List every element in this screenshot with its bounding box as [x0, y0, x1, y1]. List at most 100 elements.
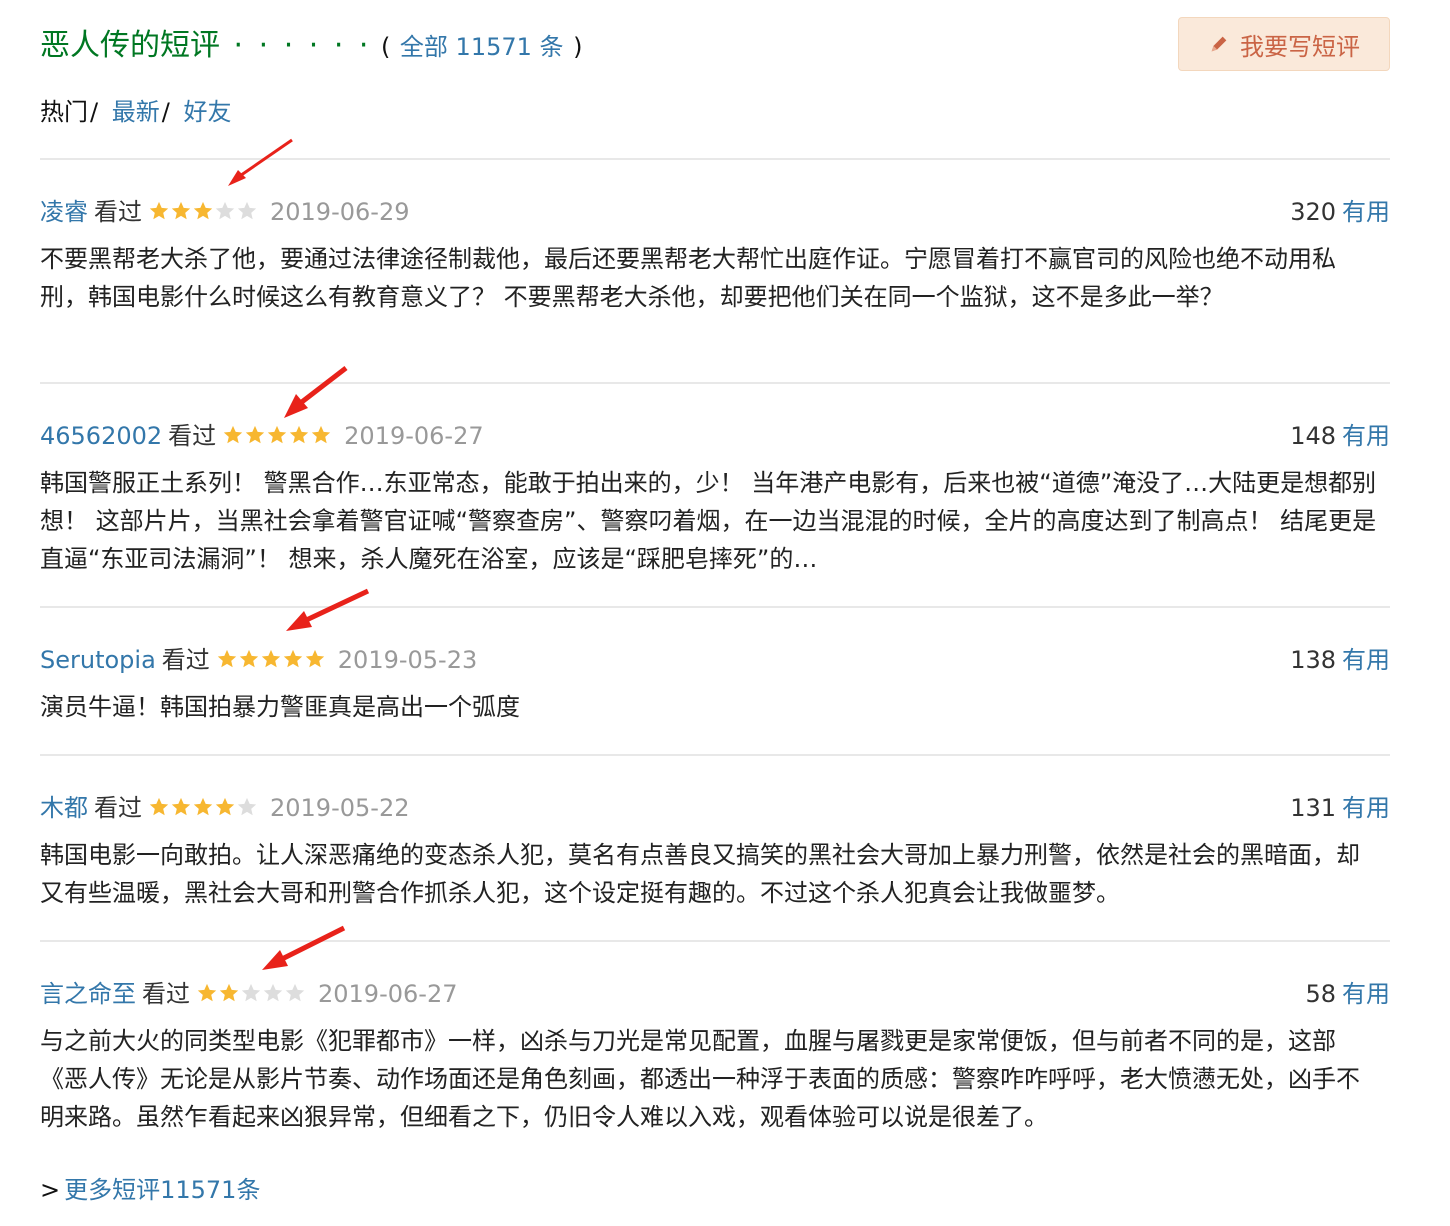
comment-meta: 46562002 看过 2019-06-27 148 有用 [40, 416, 1390, 456]
sort-tabs: 热门/ 最新/ 好友 [40, 92, 231, 127]
useful-votes: 138 有用 [1290, 640, 1390, 675]
comment-item: 46562002 看过 2019-06-27 148 有用 韩国警服正土系列！ 警黑合… [40, 416, 1390, 578]
comment-date: 2019-06-27 [344, 422, 484, 450]
watched-status: 看过 [94, 794, 142, 822]
comment-item: 凌睿 看过 2019-06-29 320 有用 不要黑帮老大杀了他，要通过法律途径制裁… [40, 192, 1390, 316]
title-dots: · · · · · · [233, 28, 372, 63]
comment-user[interactable]: 凌睿 [40, 198, 88, 226]
title-text: 恶人传的短评 [40, 28, 220, 63]
comment-user[interactable]: 46562002 [40, 422, 162, 450]
red-arrow-annotation-icon [284, 366, 348, 418]
star-filled-icon [149, 201, 169, 220]
comment-item: Serutopia 看过 2019-05-23 138 有用 演员牛逼！韩国拍暴力警匪… [40, 640, 1390, 726]
star-filled-icon [149, 797, 169, 816]
vote-count: 138 [1290, 646, 1336, 674]
write-comment-button[interactable]: 我要写短评 [1178, 17, 1390, 71]
star-empty-icon [285, 983, 305, 1002]
comment-text: 与之前大火的同类型电影《犯罪都市》一样，凶杀与刀光是常见配置，血腥与屠戮更是家常… [40, 1027, 1360, 1131]
star-filled-icon [283, 649, 302, 668]
vote-count: 320 [1290, 198, 1336, 226]
comment-text: 不要黑帮老大杀了他，要通过法律途径制裁他，最后还要黑帮老大帮忙出庭作证。宁愿冒着… [40, 245, 1336, 311]
all-comments-link[interactable]: 全部 11571 条 [400, 33, 564, 61]
comment-item: 木都 看过 2019-05-22 131 有用 韩国电影一向敢拍。让人深恶痛绝的变态杀… [40, 788, 1390, 912]
vote-count: 148 [1290, 422, 1336, 450]
star-filled-icon [193, 797, 213, 816]
comment-meta: 凌睿 看过 2019-06-29 320 有用 [40, 192, 1390, 232]
divider [40, 754, 1390, 756]
red-arrow-annotation-icon [228, 138, 293, 186]
section-header: 恶人传的短评 · · · · · · ( 全部 11571 条 ) 我要写短评 [40, 0, 1390, 90]
comment-date: 2019-06-27 [318, 980, 458, 1008]
vote-count: 58 [1305, 980, 1336, 1008]
rating-stars [222, 424, 332, 446]
comment-user[interactable]: 言之命至 [40, 980, 136, 1008]
comment-item: 言之命至 看过 2019-06-27 58 有用 与之前大火的同类型电影《犯罪都市》一… [40, 974, 1390, 1136]
star-filled-icon [267, 425, 287, 444]
comment-meta: 言之命至 看过 2019-06-27 58 有用 [40, 974, 1390, 1014]
useful-button[interactable]: 有用 [1342, 422, 1390, 450]
rating-stars [148, 200, 258, 222]
star-empty-icon [215, 201, 235, 220]
star-empty-icon [237, 797, 257, 816]
star-empty-icon [237, 201, 257, 220]
useful-button[interactable]: 有用 [1342, 646, 1390, 674]
star-filled-icon [193, 201, 213, 220]
watched-status: 看过 [168, 422, 217, 450]
useful-votes: 58 有用 [1305, 974, 1390, 1009]
rating-stars [196, 982, 306, 1004]
comment-date: 2019-05-22 [270, 794, 410, 822]
useful-button[interactable]: 有用 [1342, 794, 1390, 822]
star-empty-icon [263, 983, 283, 1002]
comment-user[interactable]: 木都 [40, 794, 88, 822]
useful-votes: 320 有用 [1290, 192, 1390, 227]
divider [40, 606, 1390, 608]
comment-meta: Serutopia 看过 2019-05-23 138 有用 [40, 640, 1390, 680]
star-filled-icon [171, 797, 191, 816]
tab-separator: / [90, 98, 99, 126]
red-arrow-annotation-icon [286, 588, 370, 631]
tab-hot[interactable]: 热门 [40, 98, 88, 126]
watched-status: 看过 [142, 980, 190, 1008]
comment-text: 演员牛逼！韩国拍暴力警匪真是高出一个弧度 [40, 693, 520, 721]
paren-close: ) [573, 33, 583, 61]
vote-count: 131 [1290, 794, 1336, 822]
star-filled-icon [289, 425, 309, 444]
star-empty-icon [241, 983, 261, 1002]
comment-date: 2019-05-23 [337, 646, 478, 674]
section-title: 恶人传的短评 · · · · · · ( 全部 11571 条 ) [40, 20, 582, 64]
more-comments: > 更多短评11571条 [40, 1170, 260, 1205]
write-comment-label: 我要写短评 [1240, 32, 1360, 61]
comment-date: 2019-06-29 [270, 198, 410, 226]
paren-open: ( [381, 33, 391, 61]
rating-stars [216, 648, 326, 670]
star-filled-icon [245, 425, 265, 444]
more-comments-link[interactable]: 更多短评11571条 [64, 1176, 260, 1204]
comment-text: 韩国电影一向敢拍。让人深恶痛绝的变态杀人犯，莫名有点善良又搞笑的黑社会大哥加上暴… [40, 841, 1360, 907]
star-filled-icon [197, 983, 217, 1002]
star-filled-icon [305, 649, 324, 668]
tab-friends[interactable]: 好友 [183, 98, 231, 126]
tab-latest[interactable]: 最新 [112, 98, 160, 126]
star-filled-icon [223, 425, 243, 444]
comment-text: 韩国警服正土系列！ 警黑合作…东亚常态，能敢于拍出来的，少！ 当年港产电影有，后… [40, 469, 1377, 573]
star-filled-icon [171, 201, 191, 220]
useful-button[interactable]: 有用 [1342, 980, 1390, 1008]
star-filled-icon [311, 425, 331, 444]
short-comments-section: 恶人传的短评 · · · · · · ( 全部 11571 条 ) 我要写短评 … [40, 0, 1390, 1204]
star-filled-icon [215, 797, 235, 816]
star-filled-icon [219, 983, 239, 1002]
comment-user[interactable]: Serutopia [40, 646, 156, 674]
divider [40, 940, 1390, 942]
watched-status: 看过 [94, 198, 142, 226]
watched-status: 看过 [161, 646, 210, 674]
star-filled-icon [217, 649, 236, 668]
red-arrow-annotation-icon [262, 925, 346, 970]
useful-button[interactable]: 有用 [1342, 198, 1390, 226]
useful-votes: 131 有用 [1290, 788, 1390, 823]
useful-votes: 148 有用 [1290, 416, 1390, 451]
tab-separator: / [161, 98, 170, 126]
star-filled-icon [261, 649, 280, 668]
comment-meta: 木都 看过 2019-05-22 131 有用 [40, 788, 1390, 828]
pencil-icon [1211, 36, 1227, 52]
rating-stars [148, 796, 258, 818]
